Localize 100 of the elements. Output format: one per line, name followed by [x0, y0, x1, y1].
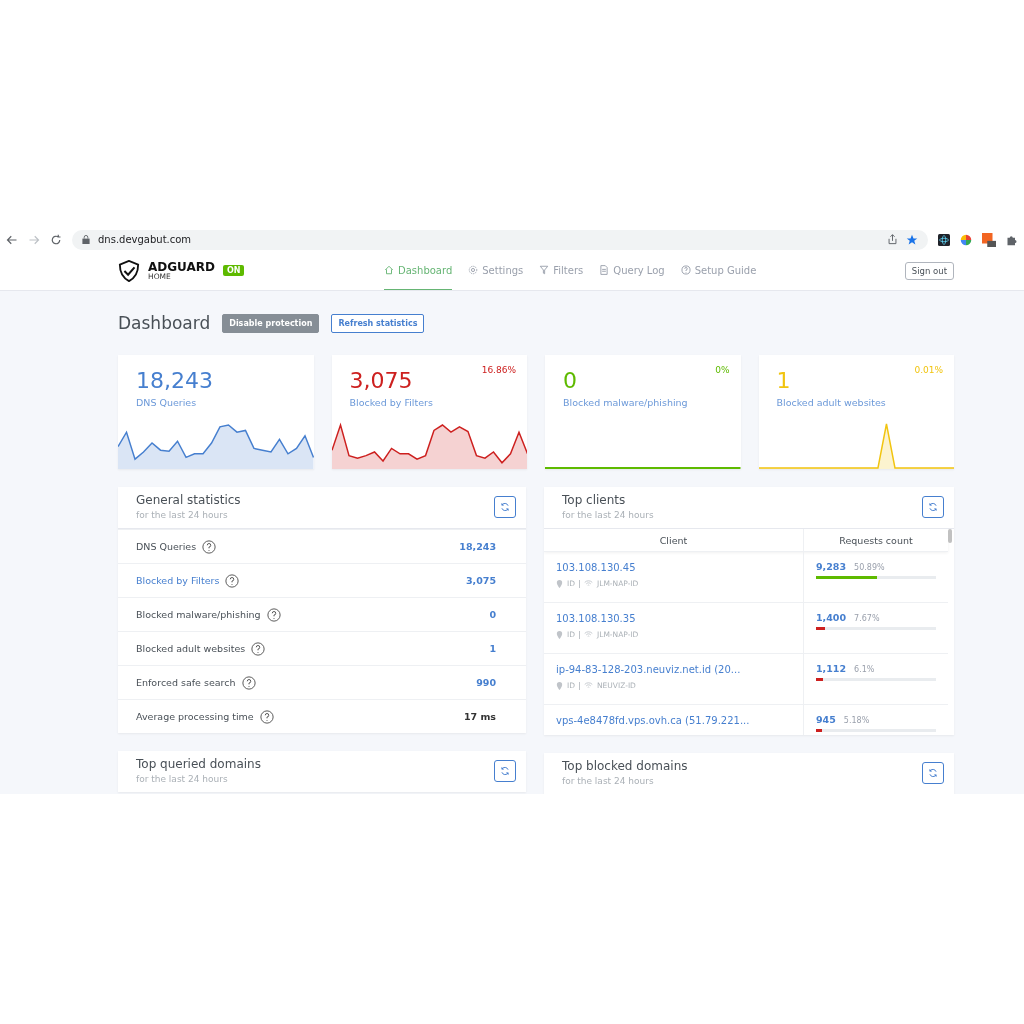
settings-icon — [468, 265, 479, 276]
home-icon — [384, 265, 394, 276]
back-icon[interactable] — [6, 233, 18, 246]
extensions-puzzle-icon[interactable] — [1006, 233, 1018, 246]
card-subtitle: for the last 24 hours — [562, 776, 655, 786]
address-bar[interactable]: dns.devgabut.com — [72, 229, 928, 250]
wifi-icon — [584, 682, 593, 689]
request-count: 1,400 — [816, 612, 847, 623]
nav-label: Setup Guide — [694, 264, 757, 276]
nav-label: Settings — [482, 264, 524, 276]
share-icon[interactable] — [887, 234, 898, 246]
nav-tab[interactable]: Query Log — [599, 251, 665, 290]
refresh-button[interactable] — [922, 761, 944, 784]
nav-tab[interactable]: Setup Guide — [680, 251, 757, 290]
help-icon[interactable] — [225, 573, 240, 588]
document-icon — [599, 265, 610, 276]
card-title: General statistics — [136, 493, 241, 507]
extension-icon[interactable] — [982, 232, 996, 247]
stat-value[interactable]: 18,243 — [459, 541, 496, 552]
filter-icon — [539, 265, 550, 276]
location-pin-icon — [556, 630, 563, 639]
page-title: Dashboard — [118, 313, 211, 333]
help-icon[interactable] — [241, 675, 256, 690]
request-percent: 7.67% — [854, 614, 880, 623]
stat-value[interactable]: 1 — [489, 643, 496, 654]
wifi-icon — [584, 580, 593, 587]
refresh-button[interactable] — [922, 495, 944, 518]
client-link[interactable]: 103.108.130.35 — [556, 613, 791, 624]
status-badge: ON — [222, 265, 245, 277]
refresh-icon — [928, 767, 938, 778]
refresh-icon — [500, 765, 510, 776]
stat-label: Enforced safe search — [136, 677, 236, 688]
stat-label: Blocked by Filters — [349, 397, 433, 409]
stat-label: Blocked adult websites — [136, 643, 246, 654]
divider — [579, 630, 580, 639]
card-title: Top blocked domains — [562, 759, 688, 773]
stat-value: 18,243 — [136, 369, 213, 394]
stat-label: DNS Queries — [136, 397, 197, 409]
refresh-statistics-button[interactable]: Refresh statistics — [331, 313, 425, 333]
card-title: Top queried domains — [136, 757, 261, 771]
help-icon[interactable] — [202, 539, 217, 554]
extension-atom-icon[interactable] — [938, 233, 950, 246]
help-icon[interactable] — [251, 641, 266, 656]
stat-value[interactable]: 0 — [489, 609, 496, 620]
column-header: Requests count — [838, 533, 914, 548]
star-icon[interactable] — [906, 233, 918, 246]
help-icon[interactable] — [259, 709, 274, 724]
client-link[interactable]: 103.108.130.45 — [556, 562, 791, 573]
sign-out-button[interactable]: Sign out — [904, 261, 954, 280]
stat-percent: 16.86% — [481, 365, 516, 375]
card-subtitle: for the last 24 hours — [562, 510, 654, 520]
stat-value: 17 ms — [463, 711, 496, 722]
request-count: 1,112 — [816, 663, 847, 674]
location-pin-icon — [556, 579, 563, 588]
reload-icon[interactable] — [50, 233, 62, 246]
nav-tab[interactable]: Filters — [539, 251, 584, 290]
request-count: 945 — [816, 714, 836, 725]
divider — [579, 579, 580, 588]
stat-label: DNS Queries — [136, 541, 197, 552]
request-percent: 5.18% — [843, 716, 870, 725]
stat-label: Blocked malware/phishing — [136, 609, 261, 620]
refresh-icon — [928, 501, 938, 512]
nav-tab[interactable]: Dashboard — [384, 251, 453, 290]
stat-value: 3,075 — [349, 369, 413, 394]
refresh-icon — [500, 501, 510, 512]
stat-value[interactable]: 3,075 — [465, 575, 496, 586]
stat-percent: 0% — [715, 365, 730, 375]
stat-value: 0 — [563, 369, 577, 394]
column-header: Client — [544, 529, 804, 551]
request-percent: 50.89% — [854, 563, 885, 572]
request-count: 9,283 — [816, 561, 847, 572]
location-pin-icon — [556, 681, 563, 690]
brand-name: ADGUARD — [148, 260, 215, 273]
nav-label: Filters — [553, 264, 584, 276]
stat-value: 1 — [776, 369, 791, 394]
nav-label: Dashboard — [398, 264, 453, 276]
url-text: dns.devgabut.com — [98, 234, 193, 246]
shield-logo-icon — [118, 259, 140, 282]
stat-label: Blocked by Filters — [136, 575, 220, 586]
client-link[interactable]: vps-4e8478fd.vps.ovh.ca (51.79.221... — [556, 715, 791, 726]
help-icon — [680, 265, 691, 276]
extension-color-wheel-icon[interactable] — [960, 233, 972, 246]
wifi-icon — [584, 631, 593, 638]
client-link[interactable]: ip-94-83-128-203.neuviz.net.id (20... — [556, 664, 791, 675]
scrollbar-thumb[interactable] — [948, 529, 952, 543]
card-subtitle: for the last 24 hours — [136, 774, 229, 784]
stat-label: Blocked adult websites — [776, 397, 886, 409]
card-subtitle: for the last 24 hours — [136, 510, 229, 520]
refresh-button[interactable] — [494, 759, 516, 782]
stat-value[interactable]: 990 — [476, 677, 496, 688]
help-icon[interactable] — [266, 607, 281, 622]
lock-icon — [82, 235, 90, 245]
card-title: Top clients — [562, 493, 627, 507]
refresh-button[interactable] — [494, 495, 516, 518]
stat-percent: 0.01% — [914, 365, 943, 375]
nav-tab[interactable]: Settings — [468, 251, 524, 290]
disable-protection-button[interactable]: Disable protection — [222, 313, 320, 333]
stat-label: Blocked malware/phishing — [563, 397, 688, 409]
request-percent: 6.1% — [854, 665, 875, 674]
stat-label: Average processing time — [136, 711, 254, 722]
